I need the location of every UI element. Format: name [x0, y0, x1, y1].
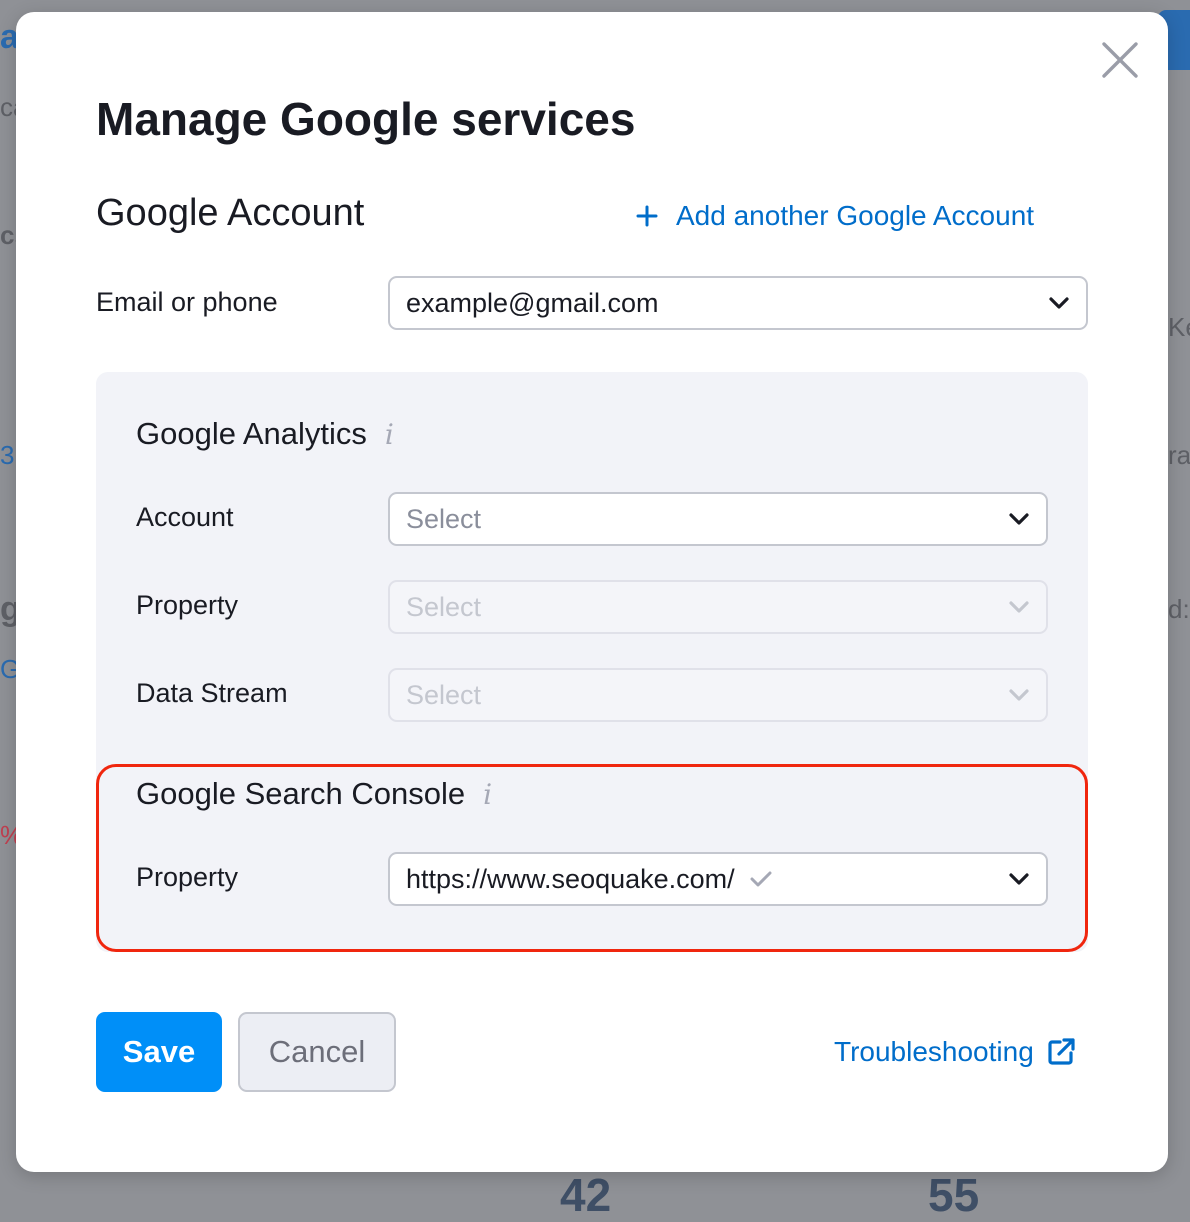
email-select-value: example@gmail.com	[406, 287, 659, 318]
google-account-heading: Google Account	[96, 192, 365, 234]
search-console-highlight-outline	[96, 764, 1088, 952]
ga-property-select-value: Select	[406, 591, 482, 622]
email-select[interactable]: example@gmail.com	[388, 276, 1088, 330]
ga-property-label: Property	[136, 590, 239, 620]
close-icon	[1102, 42, 1138, 78]
background-gauge-value: 42	[560, 1169, 612, 1221]
ga-data-stream-select-value: Select	[406, 679, 482, 710]
add-google-account-label: Add another Google Account	[676, 200, 1035, 231]
ga-property-select: Select	[388, 580, 1048, 634]
google-analytics-heading: Google Analytics i	[136, 416, 394, 452]
troubleshooting-link[interactable]: Troubleshooting	[834, 1034, 1076, 1070]
troubleshooting-label: Troubleshooting	[834, 1036, 1034, 1067]
ga-account-select[interactable]: Select	[388, 492, 1048, 546]
google-analytics-title: Google Analytics	[136, 416, 367, 451]
background-fragment: Ke	[1168, 312, 1190, 342]
cancel-button[interactable]: Cancel	[238, 1012, 396, 1092]
dialog-title: Manage Google services	[96, 93, 636, 145]
ga-data-stream-label: Data Stream	[136, 678, 288, 708]
chevron-down-icon	[1009, 689, 1029, 701]
info-icon[interactable]: i	[385, 418, 394, 451]
manage-google-services-dialog: Manage Google services Google Account Ad…	[16, 12, 1168, 1172]
ga-data-stream-select: Select	[388, 668, 1048, 722]
ga-account-label: Account	[136, 502, 234, 532]
email-label: Email or phone	[96, 287, 278, 317]
background-gauge-value: 55	[928, 1169, 980, 1221]
external-link-icon	[1048, 1038, 1075, 1065]
background-fragment: raf	[1168, 440, 1190, 470]
chevron-down-icon	[1049, 297, 1069, 309]
background-fragment: d:	[1168, 594, 1190, 624]
ga-account-select-value: Select	[406, 503, 482, 534]
add-google-account-link[interactable]: Add another Google Account	[636, 198, 1034, 234]
close-button[interactable]	[1100, 40, 1140, 80]
plus-icon	[636, 205, 658, 227]
chevron-down-icon	[1009, 513, 1029, 525]
save-button[interactable]: Save	[96, 1012, 222, 1092]
chevron-down-icon	[1009, 601, 1029, 613]
